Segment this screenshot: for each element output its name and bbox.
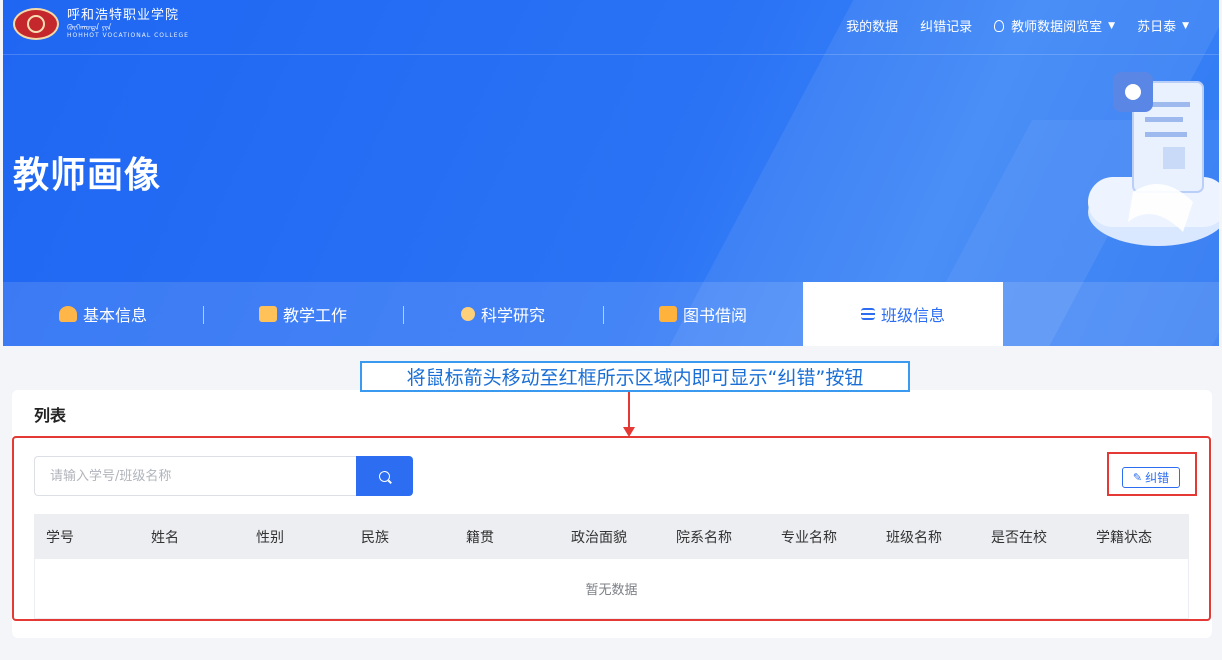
pencil-icon: ✎ bbox=[1132, 471, 1143, 484]
top-nav: 我的数据 纠错记录 教师数据阅览室 ▼ 苏日泰 ▼ bbox=[824, 16, 1189, 35]
logo-text: 呼和浩特职业学院 ᠬᠥᠬᠡᠬᠣᠲᠠ ᠶᠢᠨ HOHHOT VOCATIONAL … bbox=[67, 7, 189, 40]
column-header: 班级名称 bbox=[886, 529, 942, 546]
college-name-cn: 呼和浩特职业学院 bbox=[67, 7, 180, 23]
tab-library-borrowing[interactable]: 图书借阅 bbox=[603, 282, 803, 346]
column-header: 民族 bbox=[361, 529, 389, 546]
college-name-mn: ᠬᠥᠬᠡᠬᠣᠲᠠ ᠶᠢᠨ bbox=[67, 22, 112, 32]
instruction-callout: 将鼠标箭头移动至红框所示区域内即可显示“纠错”按钮 bbox=[360, 361, 910, 392]
page-title: 教师画像 bbox=[13, 155, 162, 196]
tab-label: 教学工作 bbox=[282, 306, 347, 325]
column-header: 院系名称 bbox=[676, 529, 732, 546]
column-header: 学籍状态 bbox=[1096, 529, 1152, 546]
user-name: 苏日泰 bbox=[1137, 20, 1177, 35]
lightbulb-icon bbox=[994, 19, 1005, 32]
column-header: 是否在校 bbox=[991, 529, 1047, 546]
nav-my-data[interactable]: 我的数据 bbox=[846, 16, 898, 35]
column-header: 籍贯 bbox=[466, 529, 494, 546]
empty-state: 暂无数据 bbox=[34, 559, 1189, 619]
annotation-arrow bbox=[628, 392, 630, 429]
correct-button-label: 纠错 bbox=[1145, 471, 1170, 485]
tab-label: 科学研究 bbox=[480, 306, 545, 325]
book-icon bbox=[258, 306, 277, 322]
graduation-cap-icon bbox=[58, 306, 77, 322]
document-illustration-icon bbox=[1088, 72, 1219, 246]
tab-research[interactable]: 科学研究 bbox=[403, 282, 603, 346]
table-header: 学号 姓名 性别 民族 籍贯 政治面貌 院系名称 专业名称 班级名称 是否在校 … bbox=[34, 514, 1189, 559]
tab-basic-info[interactable]: 基本信息 bbox=[3, 282, 203, 346]
nav-correction-records[interactable]: 纠错记录 bbox=[920, 16, 972, 35]
search-bar bbox=[34, 456, 414, 496]
college-emblem-icon bbox=[13, 8, 59, 40]
tab-label: 图书借阅 bbox=[682, 306, 747, 325]
tab-label: 基本信息 bbox=[82, 306, 147, 325]
search-input[interactable] bbox=[34, 456, 356, 496]
data-table: 学号 姓名 性别 民族 籍贯 政治面貌 院系名称 专业名称 班级名称 是否在校 … bbox=[34, 514, 1189, 619]
college-logo[interactable]: 呼和浩特职业学院 ᠬᠥᠬᠡᠬᠣᠲᠠ ᠶᠢᠨ HOHHOT VOCATIONAL … bbox=[13, 8, 189, 40]
column-header: 姓名 bbox=[151, 529, 179, 546]
search-button[interactable] bbox=[356, 456, 413, 496]
list-title: 列表 bbox=[34, 406, 67, 425]
tab-teaching-work[interactable]: 教学工作 bbox=[203, 282, 403, 346]
column-header: 学号 bbox=[46, 529, 74, 546]
library-icon bbox=[658, 306, 677, 322]
caret-down-icon: ▼ bbox=[1108, 20, 1116, 31]
user-menu-dropdown[interactable]: 苏日泰 ▼ bbox=[1137, 16, 1189, 35]
nav-label: 纠错记录 bbox=[920, 20, 973, 35]
nav-reading-room-dropdown[interactable]: 教师数据阅览室 ▼ bbox=[994, 16, 1115, 35]
menu-icon bbox=[860, 308, 875, 320]
tab-class-info[interactable]: 班级信息 bbox=[803, 282, 1003, 346]
hero-banner: 呼和浩特职业学院 ᠬᠥᠬᠡᠬᠣᠲᠠ ᠶᠢᠨ HOHHOT VOCATIONAL … bbox=[3, 0, 1219, 346]
top-bar: 呼和浩特职业学院 ᠬᠥᠬᠡᠬᠣᠲᠠ ᠶᠢᠨ HOHHOT VOCATIONAL … bbox=[3, 0, 1219, 55]
correct-button[interactable]: ✎ 纠错 bbox=[1122, 467, 1180, 488]
column-header: 专业名称 bbox=[781, 529, 837, 546]
college-name-en: HOHHOT VOCATIONAL COLLEGE bbox=[67, 31, 189, 39]
nav-label: 教师数据阅览室 bbox=[1011, 20, 1103, 35]
column-header: 政治面貌 bbox=[571, 529, 627, 546]
people-icon bbox=[460, 307, 475, 321]
tab-label: 班级信息 bbox=[880, 306, 945, 325]
nav-label: 我的数据 bbox=[846, 20, 899, 35]
caret-down-icon: ▼ bbox=[1182, 20, 1189, 31]
search-icon bbox=[379, 470, 390, 482]
tab-bar: 基本信息 教学工作 科学研究 图书借阅 班级信息 bbox=[3, 282, 1219, 346]
column-header: 性别 bbox=[256, 529, 284, 546]
